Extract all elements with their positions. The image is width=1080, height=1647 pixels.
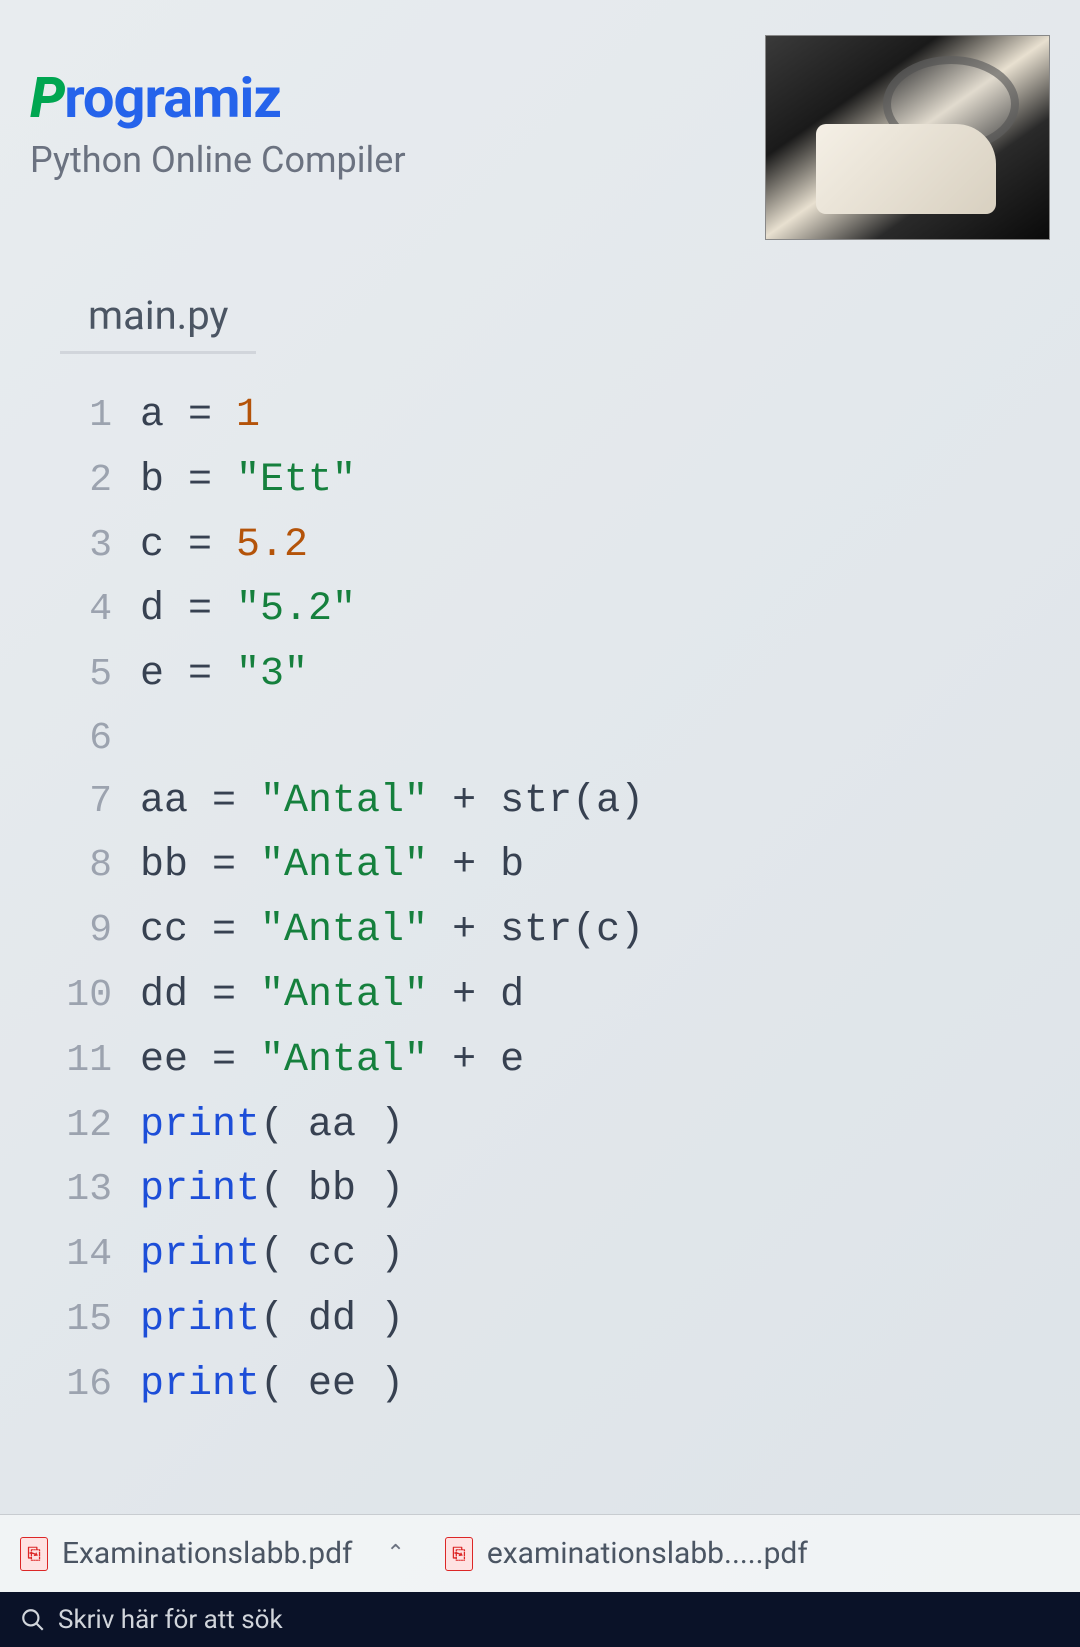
code-line[interactable]: 16print( ee ) (60, 1353, 1080, 1418)
code-line[interactable]: 13print( bb ) (60, 1158, 1080, 1223)
taskbar-search-placeholder: Skriv här för att sök (58, 1605, 283, 1635)
pdf-icon: ⎘ (20, 1537, 48, 1571)
tab-bar: main.py (60, 280, 1080, 354)
logo-rest: rogramiz (64, 65, 281, 131)
code-content[interactable]: a = 1 (140, 384, 260, 449)
code-content[interactable]: print( dd ) (140, 1288, 404, 1353)
download-item[interactable]: ⎘ Examinationslabb.pdf ⌃ (20, 1536, 405, 1571)
code-line[interactable]: 6 (60, 708, 1080, 770)
code-line[interactable]: 2b = "Ett" (60, 449, 1080, 514)
code-line[interactable]: 14print( cc ) (60, 1223, 1080, 1288)
downloads-bar: ⎘ Examinationslabb.pdf ⌃ ⎘ examinationsl… (0, 1514, 1080, 1592)
line-number: 16 (60, 1354, 140, 1416)
code-line[interactable]: 9cc = "Antal" + str(c) (60, 899, 1080, 964)
line-number: 9 (60, 900, 140, 962)
code-line[interactable]: 8bb = "Antal" + b (60, 834, 1080, 899)
line-number: 7 (60, 771, 140, 833)
code-content[interactable]: ee = "Antal" + e (140, 1029, 524, 1094)
code-content[interactable]: print( ee ) (140, 1353, 404, 1418)
line-number: 5 (60, 644, 140, 706)
code-content[interactable]: d = "5.2" (140, 578, 356, 643)
download-label: Examinationslabb.pdf (62, 1536, 352, 1571)
code-line[interactable]: 10dd = "Antal" + d (60, 964, 1080, 1029)
code-line[interactable]: 3c = 5.2 (60, 514, 1080, 579)
code-line[interactable]: 11ee = "Antal" + e (60, 1029, 1080, 1094)
code-content[interactable]: b = "Ett" (140, 449, 356, 514)
brand-block: Programiz Python Online Compiler (30, 35, 406, 181)
line-number: 3 (60, 515, 140, 577)
line-number: 4 (60, 579, 140, 641)
line-number: 14 (60, 1224, 140, 1286)
code-content[interactable]: print( aa ) (140, 1094, 404, 1159)
code-content[interactable]: dd = "Antal" + d (140, 964, 524, 1029)
code-line[interactable]: 4d = "5.2" (60, 578, 1080, 643)
editor-area: main.py 1a = 12b = "Ett"3c = 5.24d = "5.… (0, 260, 1080, 1418)
pdf-icon: ⎘ (445, 1537, 473, 1571)
code-content[interactable]: aa = "Antal" + str(a) (140, 770, 644, 835)
chevron-up-icon[interactable]: ⌃ (386, 1541, 404, 1566)
code-content[interactable]: print( cc ) (140, 1223, 404, 1288)
windows-taskbar[interactable]: Skriv här för att sök (0, 1592, 1080, 1647)
download-label: examinationslabb.....pdf (487, 1536, 808, 1571)
line-number: 13 (60, 1159, 140, 1221)
code-editor[interactable]: 1a = 12b = "Ett"3c = 5.24d = "5.2"5e = "… (60, 384, 1080, 1418)
code-line[interactable]: 12print( aa ) (60, 1094, 1080, 1159)
page-subtitle: Python Online Compiler (30, 139, 406, 181)
logo-letter-p: P (30, 65, 64, 131)
line-number: 11 (60, 1030, 140, 1092)
tab-main-py[interactable]: main.py (60, 280, 256, 354)
line-number: 15 (60, 1289, 140, 1351)
line-number: 1 (60, 385, 140, 447)
logo[interactable]: Programiz (30, 65, 406, 131)
code-content[interactable]: cc = "Antal" + str(c) (140, 899, 644, 964)
code-content[interactable]: c = 5.2 (140, 514, 308, 579)
code-line[interactable]: 7aa = "Antal" + str(a) (60, 770, 1080, 835)
line-number: 2 (60, 450, 140, 512)
header: Programiz Python Online Compiler (0, 0, 1080, 260)
search-icon (20, 1607, 46, 1633)
code-content[interactable]: bb = "Antal" + b (140, 834, 524, 899)
code-content[interactable]: print( bb ) (140, 1158, 404, 1223)
line-number: 6 (60, 708, 140, 770)
ad-avatar-image[interactable] (765, 35, 1050, 240)
taskbar-search[interactable]: Skriv här för att sök (20, 1605, 283, 1635)
download-item[interactable]: ⎘ examinationslabb.....pdf (445, 1536, 808, 1571)
code-content[interactable]: e = "3" (140, 643, 308, 708)
code-line[interactable]: 5e = "3" (60, 643, 1080, 708)
code-line[interactable]: 1a = 1 (60, 384, 1080, 449)
line-number: 10 (60, 965, 140, 1027)
code-line[interactable]: 15print( dd ) (60, 1288, 1080, 1353)
line-number: 8 (60, 835, 140, 897)
line-number: 12 (60, 1095, 140, 1157)
